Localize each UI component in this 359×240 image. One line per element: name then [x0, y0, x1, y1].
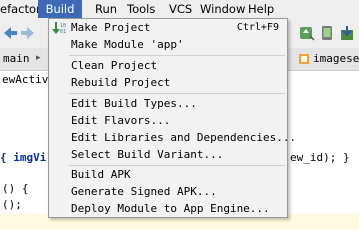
menu-vcs[interactable]: VCS: [169, 0, 192, 18]
make-project-shortcut: Ctrl+F9: [236, 22, 279, 33]
edit-libraries-item[interactable]: Edit Libraries and Dependencies...: [49, 130, 296, 146]
edit-flavors-label: Edit Flavors...: [71, 114, 171, 127]
svg-text:01: 01: [60, 29, 66, 35]
menu-bar: efactor Build Run Tools VCS Window Help: [0, 0, 359, 18]
avd-manager-icon[interactable]: [318, 24, 336, 42]
file-icon: [299, 54, 309, 64]
edit-flavors-item[interactable]: Edit Flavors...: [49, 113, 287, 129]
chevron-right-icon: ▸: [36, 53, 41, 63]
make-project-item[interactable]: 10 01 Make Project Ctrl+F9: [49, 20, 287, 36]
code-line: ();: [2, 198, 22, 211]
make-project-label: Make Project: [71, 21, 151, 34]
sdk-manager-icon[interactable]: [338, 24, 356, 42]
sync-gradle-icon[interactable]: [298, 24, 316, 42]
generate-signed-apk-label: Generate Signed APK...: [71, 185, 217, 198]
select-build-variant-item[interactable]: Select Build Variant...: [49, 147, 287, 163]
make-project-icon: 10 01: [52, 22, 66, 35]
forward-arrow-icon[interactable]: [20, 25, 36, 41]
tab-imagese[interactable]: imagese: [313, 52, 359, 65]
deploy-module-item[interactable]: Deploy Module to App Engine...: [49, 201, 287, 217]
code-line: ewActiv: [2, 73, 49, 86]
code-line: { imgVi: [0, 151, 47, 164]
menu-separator: [69, 93, 285, 94]
rebuild-project-item[interactable]: Rebuild Project: [49, 75, 287, 91]
menu-separator: [69, 55, 285, 56]
build-apk-label: Build APK: [71, 168, 131, 181]
make-module-item[interactable]: Make Module 'app': [49, 37, 287, 53]
menu-build[interactable]: Build: [38, 0, 82, 18]
build-menu-dropdown: 10 01 Make Project Ctrl+F9 Make Module '…: [48, 18, 296, 218]
menu-help[interactable]: Help: [248, 0, 274, 18]
edit-build-types-label: Edit Build Types...: [71, 97, 197, 110]
edit-build-types-item[interactable]: Edit Build Types...: [49, 96, 287, 112]
menu-run[interactable]: Run: [95, 0, 117, 18]
build-apk-item[interactable]: Build APK: [49, 167, 287, 183]
rebuild-project-label: Rebuild Project: [71, 76, 171, 89]
back-arrow-icon[interactable]: [2, 25, 18, 41]
make-module-label: Make Module 'app': [71, 38, 184, 51]
menu-separator: [69, 165, 285, 166]
clean-project-label: Clean Project: [71, 59, 158, 72]
edit-libraries-label: Edit Libraries and Dependencies...: [71, 131, 297, 144]
code-line-tail: ew_id); }: [290, 151, 350, 164]
clean-project-item[interactable]: Clean Project: [49, 58, 287, 74]
menu-tools[interactable]: Tools: [127, 0, 155, 18]
generate-signed-apk-item[interactable]: Generate Signed APK...: [49, 184, 287, 200]
code-line: () {: [2, 182, 29, 195]
menu-window[interactable]: Window: [200, 0, 245, 18]
deploy-module-label: Deploy Module to App Engine...: [71, 202, 270, 215]
tab-main[interactable]: main: [3, 52, 30, 65]
select-build-variant-label: Select Build Variant...: [71, 148, 224, 161]
